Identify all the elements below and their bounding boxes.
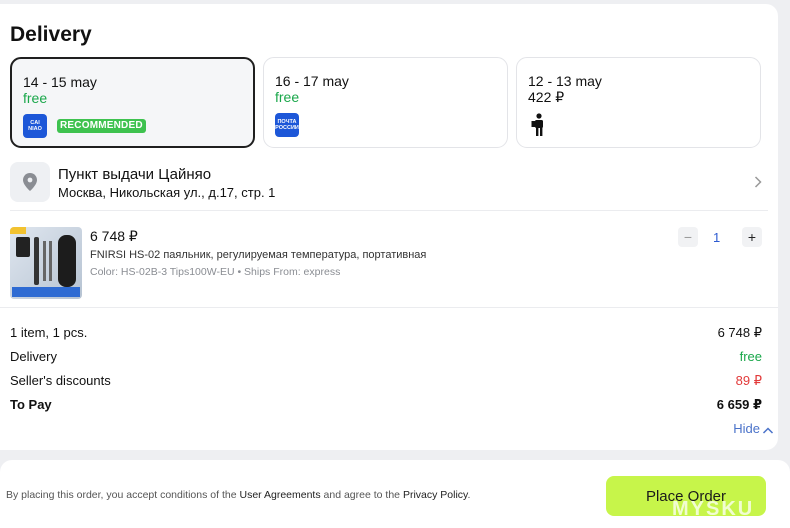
option-date: 14 - 15 may: [23, 74, 97, 90]
user-agreements-link[interactable]: User Agreements: [239, 489, 320, 501]
summary-total-row: To Pay 6 659 ₽: [10, 397, 762, 413]
option-price: 422 ₽: [528, 89, 565, 105]
summary-value: free: [739, 349, 762, 364]
delivery-card: Delivery 14 - 15 may free CAI NIAO RECOM…: [0, 4, 778, 450]
summary-label: Delivery: [10, 349, 57, 364]
product-meta: Color: HS-02B-3 Tips100W-EU • Ships From…: [90, 266, 341, 278]
summary-delivery-row: Delivery free: [10, 349, 762, 365]
terms-part: By placing this order, you accept condit…: [6, 489, 240, 501]
cainiao-logo: CAI NIAO: [23, 114, 47, 138]
recommended-badge: RECOMMENDED: [57, 119, 146, 133]
summary-label: 1 item, 1 pcs.: [10, 325, 88, 340]
courier-icon: [531, 113, 547, 142]
terms-part: and agree to the: [320, 489, 403, 501]
summary-value: 6 748 ₽: [717, 325, 762, 340]
location-pin-icon: [10, 162, 50, 202]
privacy-policy-link[interactable]: Privacy Policy: [403, 489, 468, 501]
option-price: free: [275, 89, 300, 105]
summary-value: 6 659 ₽: [716, 397, 762, 412]
option-price: free: [23, 90, 48, 106]
summary-label: Seller's discounts: [10, 373, 111, 388]
quantity-value[interactable]: 1: [713, 230, 720, 245]
pickup-name: Пункт выдачи Цайняо: [58, 166, 212, 183]
divider: [10, 210, 768, 211]
summary-value: 89 ₽: [735, 373, 762, 388]
chevron-right-icon[interactable]: [754, 175, 762, 193]
delivery-option-courier[interactable]: 12 - 13 may 422 ₽: [516, 57, 761, 148]
summary-label: To Pay: [10, 397, 52, 412]
hide-summary-link[interactable]: Hide: [733, 421, 760, 436]
terms-part: .: [467, 489, 471, 501]
option-date: 12 - 13 may: [528, 73, 602, 89]
decrease-quantity-button[interactable]: −: [678, 227, 698, 247]
product-name[interactable]: FNIRSI HS-02 паяльник, регулируемая темп…: [90, 249, 426, 261]
terms-text: By placing this order, you accept condit…: [6, 489, 470, 501]
summary-items-row: 1 item, 1 pcs. 6 748 ₽: [10, 325, 762, 341]
section-title: Delivery: [10, 23, 92, 46]
russian-post-logo: ПОЧТА РОССИИ: [275, 113, 299, 137]
watermark: MYSKU: [672, 498, 755, 520]
delivery-option-cainiao[interactable]: 14 - 15 may free CAI NIAO RECOMMENDED: [10, 57, 255, 148]
delivery-option-russian-post[interactable]: 16 - 17 may free ПОЧТА РОССИИ: [263, 57, 508, 148]
divider: [0, 307, 778, 308]
pickup-point[interactable]: Пункт выдачи Цайняо Москва, Никольская у…: [10, 162, 768, 202]
product-image[interactable]: [10, 227, 82, 299]
increase-quantity-button[interactable]: +: [742, 227, 762, 247]
option-date: 16 - 17 may: [275, 73, 349, 89]
summary-discount-row: Seller's discounts 89 ₽: [10, 373, 762, 389]
pickup-address: Москва, Никольская ул., д.17, стр. 1: [58, 185, 276, 200]
product-price: 6 748 ₽: [90, 228, 138, 244]
chevron-up-icon[interactable]: [762, 423, 774, 441]
